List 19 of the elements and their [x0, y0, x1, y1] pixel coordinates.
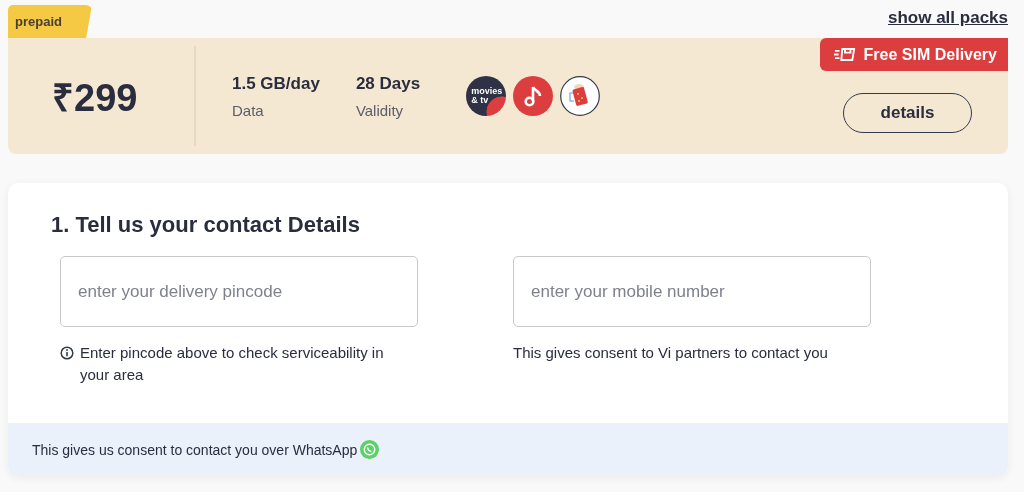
music-note-icon: [513, 76, 554, 116]
plan-price: ₹299: [51, 76, 139, 121]
movies-tv-logo: movies & tv: [466, 76, 507, 116]
badge-text: Free SIM Delivery: [863, 45, 997, 64]
field-note: This gives consent to Vi partners to contact you: [513, 343, 828, 363]
show-all-packs-link[interactable]: show all packs: [888, 8, 1008, 28]
spec-value: 1.5 GB/day: [232, 73, 320, 94]
spec-value: 28 Days: [355, 73, 421, 94]
info-icon: [60, 346, 74, 360]
input-field[interactable]: enter your mobile number: [513, 256, 871, 327]
drink-mug-icon: [560, 76, 601, 116]
whatsapp-icon: [360, 440, 380, 459]
field-note: Enter pincode above to check serviceability in your area: [80, 343, 385, 385]
spec-label: Validity: [355, 101, 405, 119]
consent-text: This gives us consent to contact you over WhatsApp: [32, 441, 358, 458]
delivery-icon: [833, 48, 856, 61]
input-field[interactable]: enter your delivery pincode: [60, 256, 418, 327]
spec-label: Data: [232, 101, 265, 119]
form-heading: 1. Tell us your contact Details: [51, 212, 361, 238]
